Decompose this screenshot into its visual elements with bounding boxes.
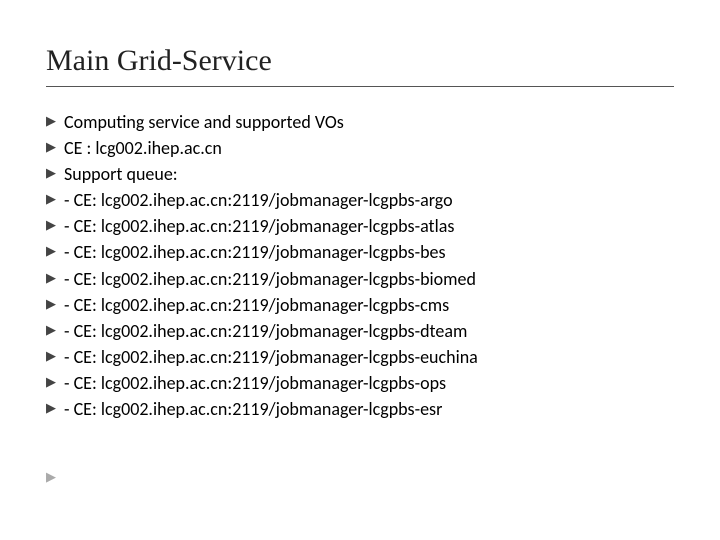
list-item-text: - CE: lcg002.ihep.ac.cn:2119/jobmanager-… [64,187,674,213]
list-item-text: - CE: lcg002.ihep.ac.cn:2119/jobmanager-… [64,344,674,370]
bullet-arrow-icon: ▶ [46,161,64,187]
list-item: ▶ - CE: lcg002.ihep.ac.cn:2119/jobmanage… [46,292,674,318]
bullet-arrow-icon: ▶ [46,344,64,370]
list-item-text: Support queue: [64,161,674,187]
list-item: ▶ - CE: lcg002.ihep.ac.cn:2119/jobmanage… [46,239,674,265]
list-item: ▶ - CE: lcg002.ihep.ac.cn:2119/jobmanage… [46,370,674,396]
list-item-text: - CE: lcg002.ihep.ac.cn:2119/jobmanager-… [64,318,674,344]
list-item: ▶ - CE: lcg002.ihep.ac.cn:2119/jobmanage… [46,344,674,370]
list-item: ▶ - CE: lcg002.ihep.ac.cn:2119/jobmanage… [46,187,674,213]
bullet-arrow-icon: ▶ [46,135,64,161]
list-item: ▶ - CE: lcg002.ihep.ac.cn:2119/jobmanage… [46,266,674,292]
bullet-arrow-icon: ▶ [46,318,64,344]
list-item-text: - CE: lcg002.ihep.ac.cn:2119/jobmanager-… [64,292,674,318]
bullet-list: ▶ Computing service and supported VOs ▶ … [46,109,674,422]
list-item-text: - CE: lcg002.ihep.ac.cn:2119/jobmanager-… [64,396,674,422]
list-item: ▶ Support queue: [46,161,674,187]
list-item: ▶ - CE: lcg002.ihep.ac.cn:2119/jobmanage… [46,213,674,239]
list-item-text: - CE: lcg002.ihep.ac.cn:2119/jobmanager-… [64,370,674,396]
bullet-arrow-icon: ▶ [46,109,64,135]
list-item-text: Computing service and supported VOs [64,109,674,135]
bullet-arrow-icon: ▶ [46,370,64,396]
list-item-text: CE : lcg002.ihep.ac.cn [64,135,674,161]
bullet-arrow-icon: ▶ [46,266,64,292]
bullet-arrow-icon: ▶ [46,292,64,318]
list-item: ▶ Computing service and supported VOs [46,109,674,135]
slide-title: Main Grid-Service [46,44,674,87]
bullet-arrow-icon: ▶ [46,239,64,265]
bullet-arrow-icon: ▶ [46,187,64,213]
list-item-text: - CE: lcg002.ihep.ac.cn:2119/jobmanager-… [64,266,674,292]
list-item: ▶ - CE: lcg002.ihep.ac.cn:2119/jobmanage… [46,318,674,344]
list-item: ▶ - CE: lcg002.ihep.ac.cn:2119/jobmanage… [46,396,674,422]
bullet-arrow-icon: ▶ [46,213,64,239]
bullet-arrow-icon: ▶ [46,396,64,422]
list-item: ▶ CE : lcg002.ihep.ac.cn [46,135,674,161]
list-item-text: - CE: lcg002.ihep.ac.cn:2119/jobmanager-… [64,239,674,265]
slide: Main Grid-Service ▶ Computing service an… [0,0,720,515]
footer-arrow-icon: ▶ [46,470,674,485]
list-item-text: - CE: lcg002.ihep.ac.cn:2119/jobmanager-… [64,213,674,239]
